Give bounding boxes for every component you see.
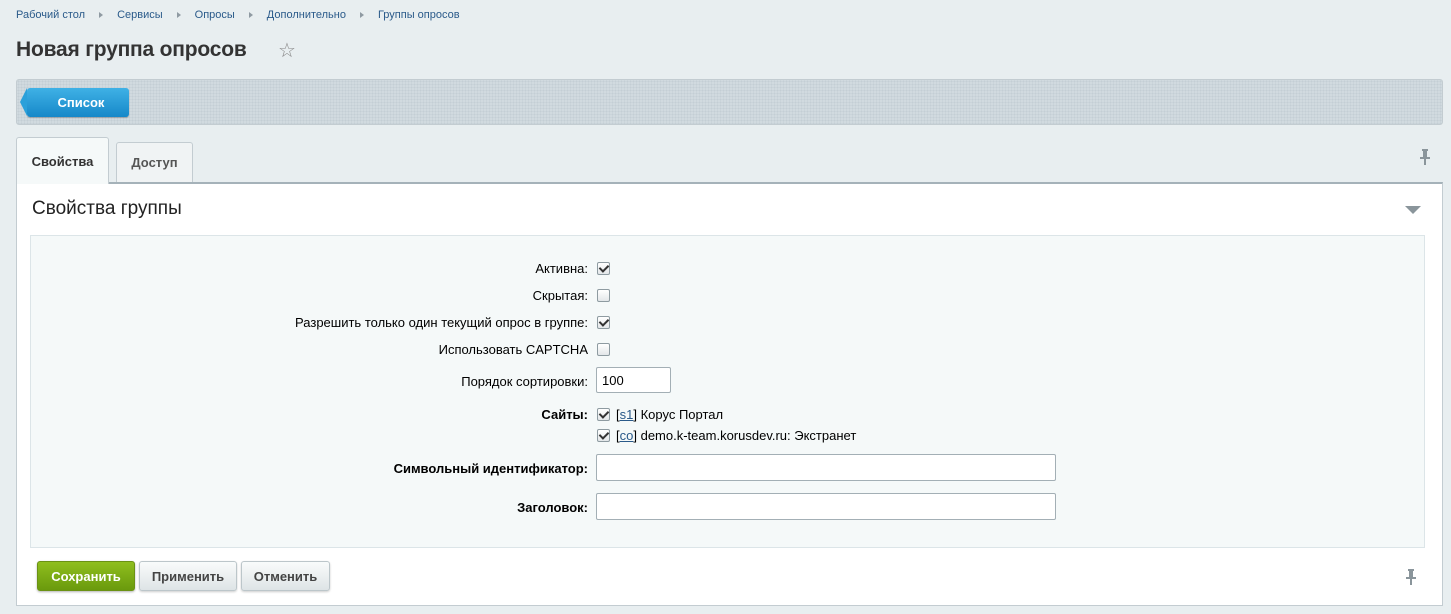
apply-button[interactable]: Применить xyxy=(139,561,237,591)
list-back-button[interactable]: Список xyxy=(20,88,129,117)
site-s1-link[interactable]: s1 xyxy=(620,407,634,422)
site-co-link[interactable]: co xyxy=(620,428,634,443)
tab-access[interactable]: Доступ xyxy=(116,142,193,182)
properties-panel: Свойства группы Активна: Скрытая: Разреш… xyxy=(16,182,1443,606)
active-label: Активна: xyxy=(535,261,588,276)
section-title: Свойства группы xyxy=(32,198,182,219)
star-favorite-icon[interactable]: ☆ xyxy=(278,41,296,61)
chevron-right-icon xyxy=(248,12,253,18)
captcha-label: Использовать CAPTCHA xyxy=(438,342,588,357)
save-button[interactable]: Сохранить xyxy=(37,561,135,591)
site-item: [s1] Корус Портал xyxy=(597,407,723,422)
site-co-checkbox[interactable] xyxy=(597,429,610,442)
site-s1-name: Корус Портал xyxy=(640,407,724,422)
tab-properties[interactable]: Свойства xyxy=(16,137,109,184)
toolbar: Список xyxy=(16,79,1443,125)
pin-icon[interactable] xyxy=(1418,148,1432,166)
form-area: Активна: Скрытая: Разрешить только один … xyxy=(30,235,1425,548)
breadcrumb-polls[interactable]: Опросы xyxy=(195,9,235,21)
hidden-label: Скрытая: xyxy=(532,288,588,303)
single-current-label: Разрешить только один текущий опрос в гр… xyxy=(295,315,588,330)
site-item: [co] demo.k-team.korusdev.ru: Экстранет xyxy=(597,428,856,443)
breadcrumb-desktop[interactable]: Рабочий стол xyxy=(16,9,85,21)
heading-input[interactable] xyxy=(596,493,1056,520)
sort-input[interactable] xyxy=(596,367,671,393)
captcha-checkbox[interactable] xyxy=(597,343,610,356)
sites-label: Сайты: xyxy=(541,407,588,422)
collapse-arrow-icon[interactable] xyxy=(1405,206,1421,214)
chevron-right-icon xyxy=(359,12,364,18)
symbolic-id-label: Символьный идентификатор: xyxy=(393,461,588,476)
site-co-name: demo.k-team.korusdev.ru: Экстранет xyxy=(640,428,857,443)
single-current-checkbox[interactable] xyxy=(597,316,610,329)
breadcrumb-additional[interactable]: Дополнительно xyxy=(267,9,346,21)
symbolic-id-input[interactable] xyxy=(596,454,1056,481)
sort-label: Порядок сортировки: xyxy=(461,374,588,389)
breadcrumb: Рабочий стол Сервисы Опросы Дополнительн… xyxy=(16,9,460,21)
page-title: Новая группа опросов xyxy=(16,38,247,61)
cancel-button[interactable]: Отменить xyxy=(241,561,330,591)
site-s1-checkbox[interactable] xyxy=(597,408,610,421)
breadcrumb-services[interactable]: Сервисы xyxy=(117,9,163,21)
heading-label: Заголовок: xyxy=(517,500,588,515)
pin-icon[interactable] xyxy=(1404,568,1418,586)
breadcrumb-poll-groups[interactable]: Группы опросов xyxy=(378,9,460,21)
hidden-checkbox[interactable] xyxy=(597,289,610,302)
chevron-right-icon xyxy=(99,12,104,18)
chevron-right-icon xyxy=(176,12,181,18)
active-checkbox[interactable] xyxy=(597,262,610,275)
